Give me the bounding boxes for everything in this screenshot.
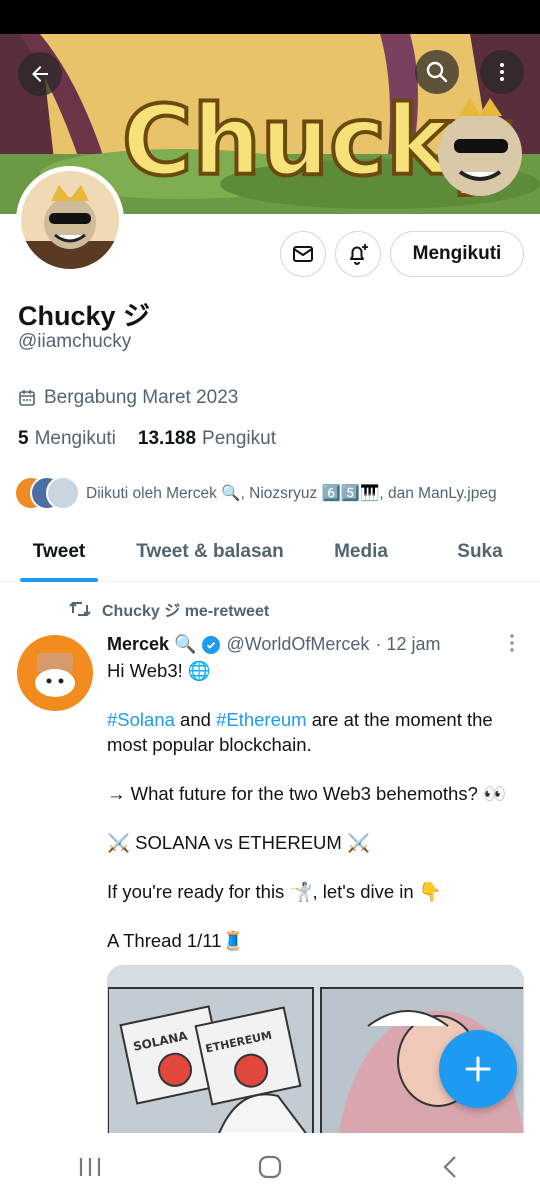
calendar-icon bbox=[19, 390, 35, 406]
envelope-icon bbox=[293, 246, 313, 262]
plus-icon bbox=[465, 1056, 491, 1082]
followed-by[interactable]: Diikuti oleh Mercek 🔍, Niozsryuz 6️⃣5️⃣🎹… bbox=[14, 476, 497, 510]
profile-tabs: Tweet Tweet & balasan Media Suka bbox=[0, 522, 540, 582]
arrow-left-icon bbox=[32, 66, 48, 82]
more-vertical-icon bbox=[500, 63, 504, 81]
tweet-author-name[interactable]: Mercek 🔍 bbox=[107, 634, 196, 655]
search-icon bbox=[426, 61, 448, 83]
more-vertical-icon bbox=[510, 634, 514, 652]
profile-handle: @iiamchucky bbox=[18, 331, 132, 352]
tweet-author-handle[interactable]: @WorldOfMercek bbox=[226, 634, 369, 655]
system-navigation-bar bbox=[0, 1133, 540, 1200]
retweet-label: Chucky ジ me-retweet bbox=[102, 603, 270, 620]
tweet-line: #Solana and #Ethereum are at the moment … bbox=[107, 707, 527, 757]
search-button[interactable] bbox=[415, 50, 459, 94]
tweet-time: · 12 jam bbox=[375, 634, 441, 654]
tweet-line: If you're ready for this 🤺, let's dive i… bbox=[107, 881, 442, 902]
tweet-more-button[interactable] bbox=[505, 633, 519, 658]
recent-apps-button[interactable] bbox=[60, 1147, 120, 1187]
profile-avatar[interactable] bbox=[16, 166, 124, 274]
followers-count: 13.188 bbox=[137, 428, 197, 449]
tab-likes[interactable]: Suka bbox=[420, 522, 540, 582]
status-bar bbox=[0, 0, 540, 34]
home-icon bbox=[258, 1155, 282, 1178]
recent-apps-icon bbox=[79, 1157, 101, 1176]
hashtag-link[interactable]: #Ethereum bbox=[216, 709, 307, 730]
verified-badge-icon bbox=[202, 635, 221, 654]
followers-you-know-avatars bbox=[14, 476, 80, 510]
tweet-line: → What future for the two Web3 behemoths… bbox=[107, 783, 507, 804]
tab-tweet[interactable]: Tweet bbox=[0, 522, 118, 582]
notification-button[interactable] bbox=[335, 231, 381, 277]
joined-text: Bergabung Maret 2023 bbox=[44, 387, 239, 408]
more-options-button[interactable] bbox=[480, 50, 524, 94]
tweet-line: ⚔️ SOLANA vs ETHEREUM ⚔️ bbox=[107, 832, 370, 853]
tweet-author-avatar[interactable] bbox=[17, 635, 93, 711]
home-button[interactable] bbox=[240, 1147, 300, 1187]
tab-media[interactable]: Media bbox=[302, 522, 420, 582]
following-count: 5 bbox=[18, 428, 29, 449]
back-nav-button[interactable] bbox=[420, 1147, 480, 1187]
followed-by-text: Diikuti oleh Mercek 🔍, Niozsryuz 6️⃣5️⃣🎹… bbox=[86, 484, 497, 502]
followers-label: Pengikut bbox=[202, 428, 276, 449]
tab-tweet-replies[interactable]: Tweet & balasan bbox=[118, 522, 302, 582]
display-name: Chucky ジ bbox=[18, 301, 151, 331]
tweet-text-fragment: and bbox=[174, 709, 217, 730]
message-button[interactable] bbox=[280, 231, 326, 277]
hashtag-link[interactable]: #Solana bbox=[107, 709, 175, 730]
tweet-line: Hi Web3! 🌐 bbox=[107, 660, 211, 681]
joined-date: Bergabung Maret 2023 bbox=[18, 387, 238, 409]
following-stat[interactable]: 5 Mengikuti bbox=[18, 428, 116, 450]
follow-stats: 5 Mengikuti 13.188 Pengikut bbox=[18, 428, 276, 450]
compose-tweet-button[interactable] bbox=[439, 1030, 517, 1108]
following-label: Mengikuti bbox=[34, 428, 116, 449]
bell-plus-icon bbox=[350, 244, 368, 265]
followers-stat[interactable]: 13.188 Pengikut bbox=[138, 428, 276, 450]
chevron-left-icon bbox=[443, 1155, 456, 1178]
tweet-line: A Thread 1/11🧵 bbox=[107, 930, 245, 951]
retweet-indicator: Chucky ジ me-retweet bbox=[68, 597, 269, 621]
retweet-icon bbox=[69, 601, 91, 617]
following-button[interactable]: Mengikuti bbox=[390, 231, 524, 277]
tweet-text: Hi Web3! 🌐 #Solana and #Ethereum are at … bbox=[107, 658, 527, 977]
avatar bbox=[46, 476, 80, 510]
back-button[interactable] bbox=[18, 52, 62, 96]
tweet-header: Mercek 🔍 @WorldOfMercek · 12 jam bbox=[107, 634, 440, 655]
